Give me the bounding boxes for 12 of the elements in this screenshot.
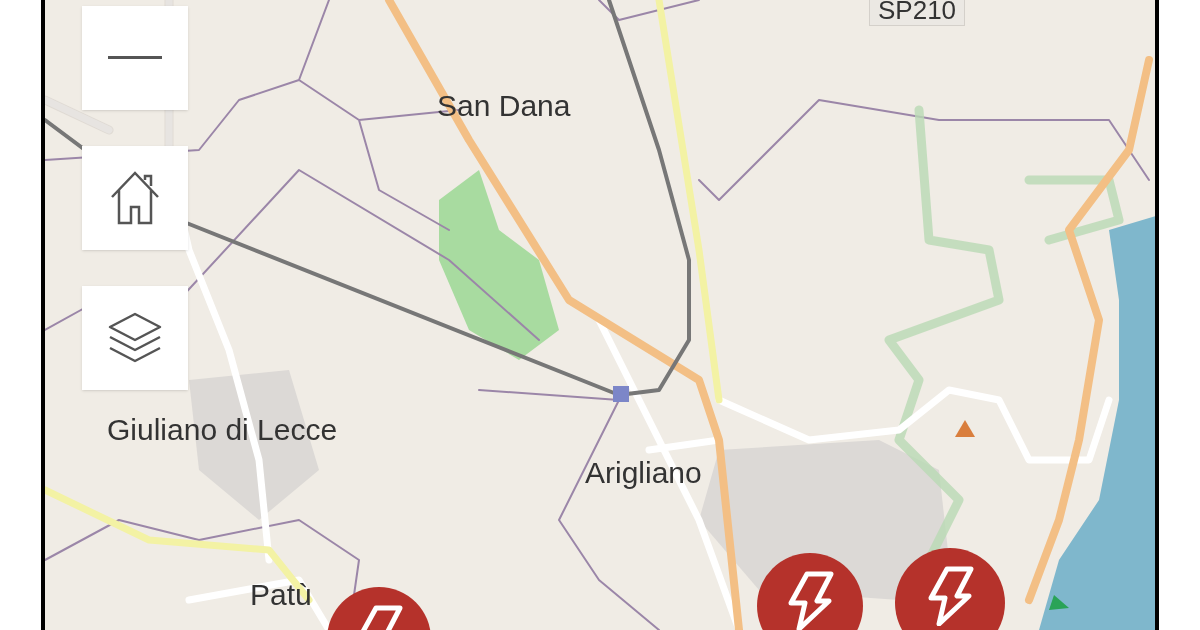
place-label: Patù	[250, 577, 312, 613]
layers-button[interactable]	[82, 286, 188, 390]
road-number-shield: SP210	[869, 0, 966, 26]
layers-icon	[108, 312, 162, 364]
minus-icon	[108, 56, 162, 60]
home-icon	[109, 170, 161, 226]
map-view[interactable]: SP210 San Dana Giuliano di Lecce Arigliano Patù	[41, 0, 1159, 630]
place-label: Arigliano	[585, 455, 702, 491]
place-label: Giuliano di Lecce	[107, 412, 338, 448]
place-label: San Dana	[437, 88, 571, 124]
home-button[interactable]	[82, 146, 188, 250]
map-marker[interactable]	[895, 548, 1005, 630]
